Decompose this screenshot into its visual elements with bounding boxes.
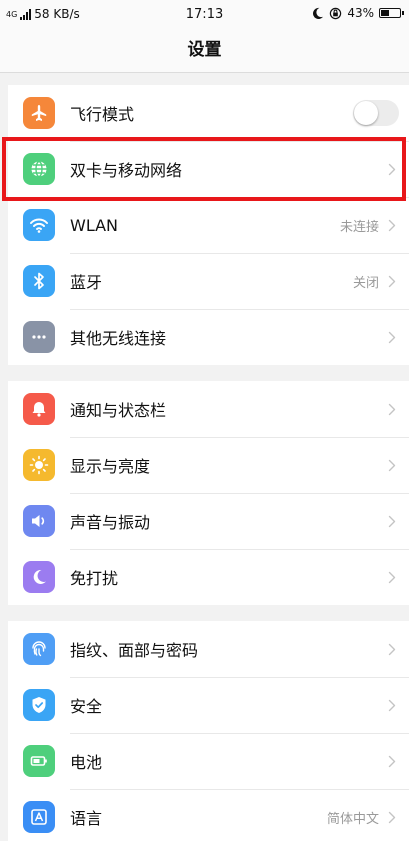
chevron-right-icon — [385, 402, 399, 416]
settings-row-label: 其他无线连接 — [70, 329, 167, 348]
airplane-icon — [23, 97, 55, 129]
title-bar: 设置 — [0, 32, 409, 73]
settings-row-label: 显示与亮度 — [70, 457, 151, 476]
bluetooth-icon — [23, 265, 55, 297]
battery-status-icon — [379, 8, 404, 18]
settings-row[interactable]: 蓝牙 关闭 — [8, 253, 409, 309]
settings-row[interactable]: 飞行模式 — [8, 85, 409, 141]
fingerprint-icon — [23, 633, 55, 665]
settings-row-label: 指纹、面部与密码 — [70, 641, 199, 660]
battery-percent: 43% — [347, 6, 374, 20]
settings-row-value: 关闭 — [352, 275, 379, 291]
status-right: 43% — [311, 6, 404, 20]
settings-row-label: 双卡与移动网络 — [70, 161, 183, 180]
wifi-icon — [23, 209, 55, 241]
moon-icon — [23, 561, 55, 593]
settings-group-3: 指纹、面部与密码 安全电池语言 简体中文 — [8, 621, 409, 841]
settings-row[interactable]: 语言 简体中文 — [8, 789, 409, 841]
moon-status-icon — [313, 7, 324, 19]
settings-row[interactable]: 免打扰 — [8, 549, 409, 605]
chevron-right-icon — [385, 642, 399, 656]
language-icon — [23, 801, 55, 833]
chevron-right-icon — [385, 698, 399, 712]
settings-row[interactable]: WLAN 未连接 — [8, 197, 409, 253]
chevron-right-icon — [385, 514, 399, 528]
settings-row[interactable]: 双卡与移动网络 — [8, 141, 409, 197]
toggle-knob — [354, 101, 378, 125]
status-bar: 4G 58 KB/s 17:13 43% — [0, 0, 409, 32]
settings-row[interactable]: 通知与状态栏 — [8, 381, 409, 437]
chevron-right-icon — [385, 274, 399, 288]
bell-icon — [23, 393, 55, 425]
settings-row[interactable]: 指纹、面部与密码 — [8, 621, 409, 677]
chevron-right-icon — [385, 458, 399, 472]
settings-row-value: 未连接 — [339, 219, 379, 235]
chevron-right-icon — [385, 810, 399, 824]
settings-row-label: 电池 — [70, 753, 103, 772]
page-title: 设置 — [187, 40, 222, 60]
settings-row-label: 声音与振动 — [70, 513, 151, 532]
settings-row-label: 安全 — [70, 697, 103, 716]
brightness-icon — [23, 449, 55, 481]
airplane-mode-toggle[interactable] — [353, 100, 399, 126]
settings-group-1: 飞行模式双卡与移动网络 WLAN 未连接蓝牙 关闭其他无线连接 — [8, 85, 409, 365]
settings-row[interactable]: 安全 — [8, 677, 409, 733]
settings-row-label: 语言 — [70, 809, 103, 828]
more-dots-icon — [23, 321, 55, 353]
speaker-icon — [23, 505, 55, 537]
rotation-lock-icon — [330, 7, 342, 19]
settings-row[interactable]: 声音与振动 — [8, 493, 409, 549]
settings-row-label: 免打扰 — [70, 569, 119, 588]
chevron-right-icon — [385, 330, 399, 344]
settings-row[interactable]: 其他无线连接 — [8, 309, 409, 365]
settings-row-label: 蓝牙 — [70, 273, 103, 292]
globe-icon — [23, 153, 55, 185]
settings-row-label: WLAN — [70, 215, 119, 235]
settings-row-label: 飞行模式 — [70, 105, 135, 124]
settings-row[interactable]: 电池 — [8, 733, 409, 789]
chevron-right-icon — [385, 754, 399, 768]
settings-row-value: 简体中文 — [326, 811, 379, 827]
settings-row-label: 通知与状态栏 — [70, 401, 167, 420]
chevron-right-icon — [385, 570, 399, 584]
shield-icon — [23, 689, 55, 721]
settings-group-2: 通知与状态栏 显示与亮度声音与振动免打扰 — [8, 381, 409, 605]
settings-row[interactable]: 显示与亮度 — [8, 437, 409, 493]
chevron-right-icon — [385, 162, 399, 176]
battery-icon — [23, 745, 55, 777]
chevron-right-icon — [385, 218, 399, 232]
